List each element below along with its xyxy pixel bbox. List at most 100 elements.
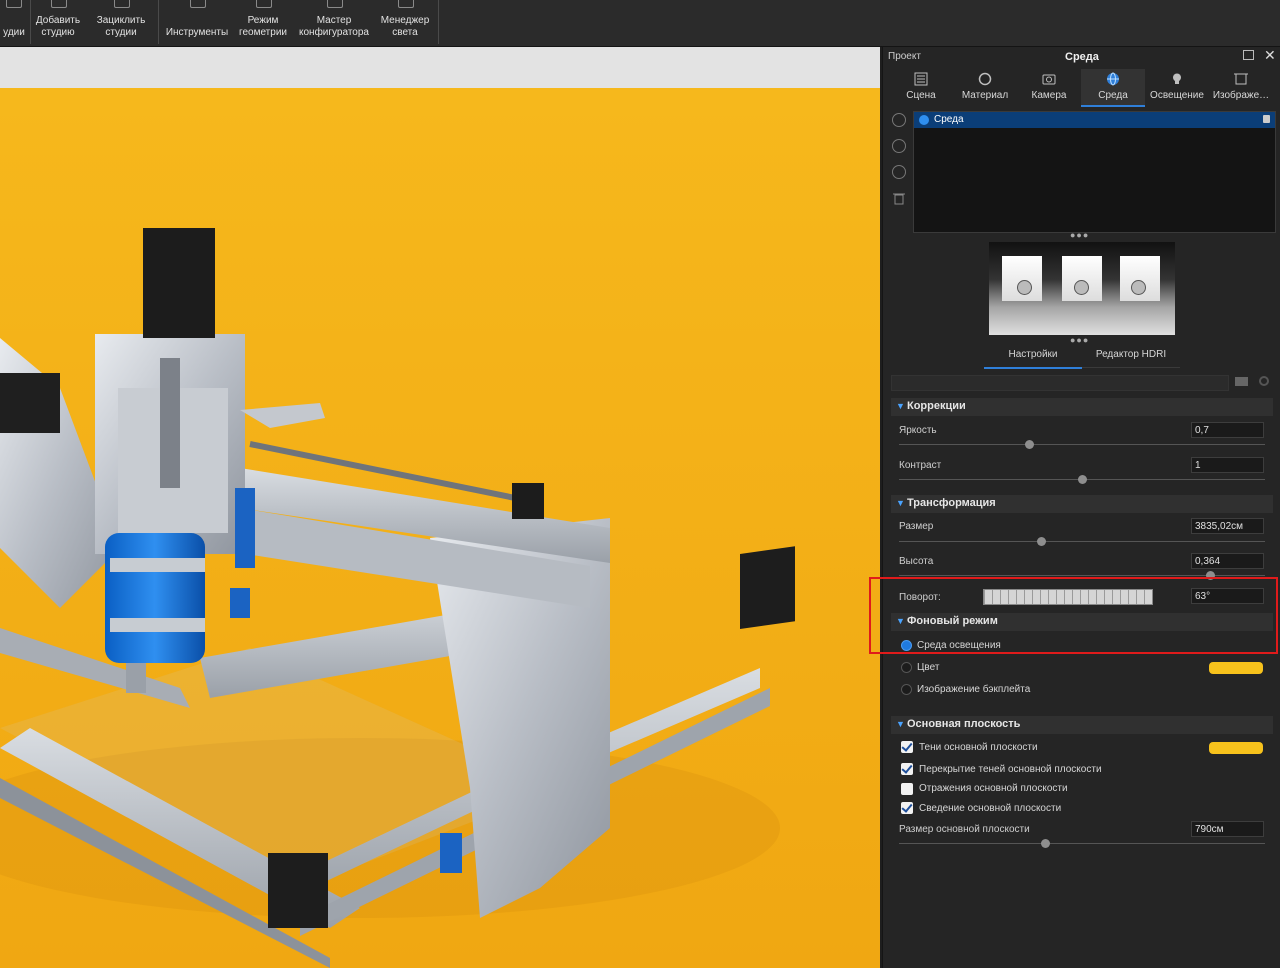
section-transform[interactable]: ▼ Трансформация xyxy=(891,495,1273,513)
tab-environment[interactable]: Среда xyxy=(1081,69,1145,107)
cnc-machine-render xyxy=(0,88,880,968)
size-slider-track[interactable] xyxy=(899,541,1265,542)
brightness-slider-track[interactable] xyxy=(899,444,1265,445)
viewport-top-strip xyxy=(0,47,880,88)
size-input[interactable]: 3835,02см xyxy=(1191,518,1264,534)
tab-environment-label: Среда xyxy=(1098,90,1128,101)
tab-camera[interactable]: Камера xyxy=(1017,69,1081,105)
ground-size-slider-knob[interactable] xyxy=(1041,839,1050,848)
tab-material[interactable]: Материал xyxy=(953,69,1017,105)
contrast-label: Контраст xyxy=(899,460,942,471)
refresh-icon[interactable] xyxy=(1259,376,1269,386)
float-window-icon[interactable] xyxy=(1243,50,1254,60)
light-manager-icon xyxy=(398,0,414,8)
light-manager-button[interactable]: Менеджер света xyxy=(376,0,434,46)
lock-icon[interactable] xyxy=(1263,115,1270,123)
list-item-label: Среда xyxy=(934,114,964,125)
studios-icon xyxy=(6,0,22,8)
tab-lighting[interactable]: Освещение xyxy=(1145,69,1209,105)
ground-reflections-label: Отражения основной плоскости xyxy=(919,783,1068,794)
ground-shadows-label: Тени основной плоскости xyxy=(919,742,1038,753)
loop-studios-icon xyxy=(114,0,130,8)
render-viewport[interactable] xyxy=(0,47,880,968)
studios-button[interactable]: удии xyxy=(0,0,28,46)
radio-color[interactable] xyxy=(901,662,912,673)
ground-size-input[interactable]: 790см xyxy=(1191,821,1264,837)
import-environment-icon[interactable] xyxy=(892,139,906,153)
tab-hdri-editor[interactable]: Редактор HDRI xyxy=(1082,349,1180,368)
light-manager-label: Менеджер света xyxy=(380,15,430,38)
tools-icon xyxy=(190,0,206,8)
chevron-down-icon: ▼ xyxy=(896,401,905,411)
tab-settings[interactable]: Настройки xyxy=(984,349,1082,369)
scene-icon xyxy=(914,72,928,86)
loop-studios-label: Зациклить студии xyxy=(96,15,146,38)
brightness-label: Яркость xyxy=(899,425,937,436)
environment-list: Среда xyxy=(913,111,1276,233)
material-icon xyxy=(978,72,992,86)
tools-button[interactable]: Инструменты xyxy=(162,0,232,46)
checkbox-ground-flattening[interactable] xyxy=(901,802,913,814)
chevron-down-icon: ▼ xyxy=(896,719,905,729)
toolbar-divider xyxy=(438,0,439,44)
section-correction[interactable]: ▼ Коррекции xyxy=(891,398,1273,416)
background-color-swatch[interactable] xyxy=(1209,662,1263,674)
image-icon xyxy=(1234,73,1248,85)
checkbox-shadow-occlusion[interactable] xyxy=(901,763,913,775)
tab-material-label: Материал xyxy=(961,90,1009,101)
camera-icon xyxy=(1042,74,1056,85)
geometry-mode-button[interactable]: Режим геометрии xyxy=(236,0,290,46)
brightness-slider-knob[interactable] xyxy=(1025,440,1034,449)
more-dots-icon[interactable]: ●●● xyxy=(1070,230,1089,240)
add-environment-icon[interactable] xyxy=(892,113,906,127)
tab-hdri-editor-label: Редактор HDRI xyxy=(1095,349,1167,360)
configurator-wizard-button[interactable]: Мастер конфигуратора xyxy=(294,0,374,46)
height-input[interactable]: 0,364 xyxy=(1191,553,1264,569)
light-handle[interactable] xyxy=(1017,280,1032,295)
tab-scene[interactable]: Сцена xyxy=(889,69,953,105)
toolbar: удии Добавить студию Зациклить студии Ин… xyxy=(0,0,1280,47)
brightness-input[interactable]: 0,7 xyxy=(1191,422,1264,438)
ground-size-slider-track[interactable] xyxy=(899,843,1265,844)
globe-icon xyxy=(919,115,929,125)
loop-studios-button[interactable]: Зациклить студии xyxy=(92,0,150,46)
tools-label: Инструменты xyxy=(165,27,229,38)
project-label[interactable]: Проект xyxy=(888,51,921,62)
height-label: Высота xyxy=(899,556,934,567)
list-item-environment[interactable]: Среда xyxy=(914,112,1275,128)
checkbox-ground-shadows[interactable] xyxy=(901,741,913,753)
hdri-preview[interactable] xyxy=(989,242,1175,335)
tab-settings-label: Настройки xyxy=(1008,349,1058,360)
close-icon[interactable]: ✕ xyxy=(1264,47,1276,64)
tab-camera-label: Камера xyxy=(1031,90,1067,101)
ground-shadow-color-swatch[interactable] xyxy=(1209,742,1263,754)
shadow-occlusion-label: Перекрытие теней основной плоскости xyxy=(919,764,1102,775)
section-transform-title: Трансформация xyxy=(907,497,996,509)
light-handle[interactable] xyxy=(1131,280,1146,295)
add-studio-button[interactable]: Добавить студию xyxy=(32,0,84,46)
panel-title: Среда xyxy=(1065,51,1099,63)
section-correction-title: Коррекции xyxy=(907,400,966,412)
tab-image[interactable]: Изображе… xyxy=(1209,69,1273,105)
radio-color-label: Цвет xyxy=(917,662,940,673)
preset-path-field[interactable] xyxy=(891,375,1229,391)
section-ground-plane[interactable]: ▼ Основная плоскость xyxy=(891,716,1273,734)
more-dots-icon[interactable]: ●●● xyxy=(1070,335,1089,345)
light-handle[interactable] xyxy=(1074,280,1089,295)
ground-size-label: Размер основной плоскости xyxy=(899,824,1030,835)
delete-icon[interactable] xyxy=(892,191,906,205)
radio-backplate-image[interactable] xyxy=(901,684,912,695)
size-label: Размер xyxy=(899,521,934,532)
size-slider-knob[interactable] xyxy=(1037,537,1046,546)
tab-lighting-label: Освещение xyxy=(1150,90,1204,101)
duplicate-environment-icon[interactable] xyxy=(892,165,906,179)
contrast-input[interactable]: 1 xyxy=(1191,457,1264,473)
highlight-box xyxy=(869,577,1278,654)
chevron-down-icon: ▼ xyxy=(896,498,905,508)
folder-icon[interactable] xyxy=(1235,377,1248,386)
add-studio-label: Добавить студию xyxy=(35,15,81,38)
bulb-icon xyxy=(1173,73,1181,84)
studios-label: удии xyxy=(3,27,25,38)
contrast-slider-knob[interactable] xyxy=(1078,475,1087,484)
checkbox-ground-reflections[interactable] xyxy=(901,783,913,795)
